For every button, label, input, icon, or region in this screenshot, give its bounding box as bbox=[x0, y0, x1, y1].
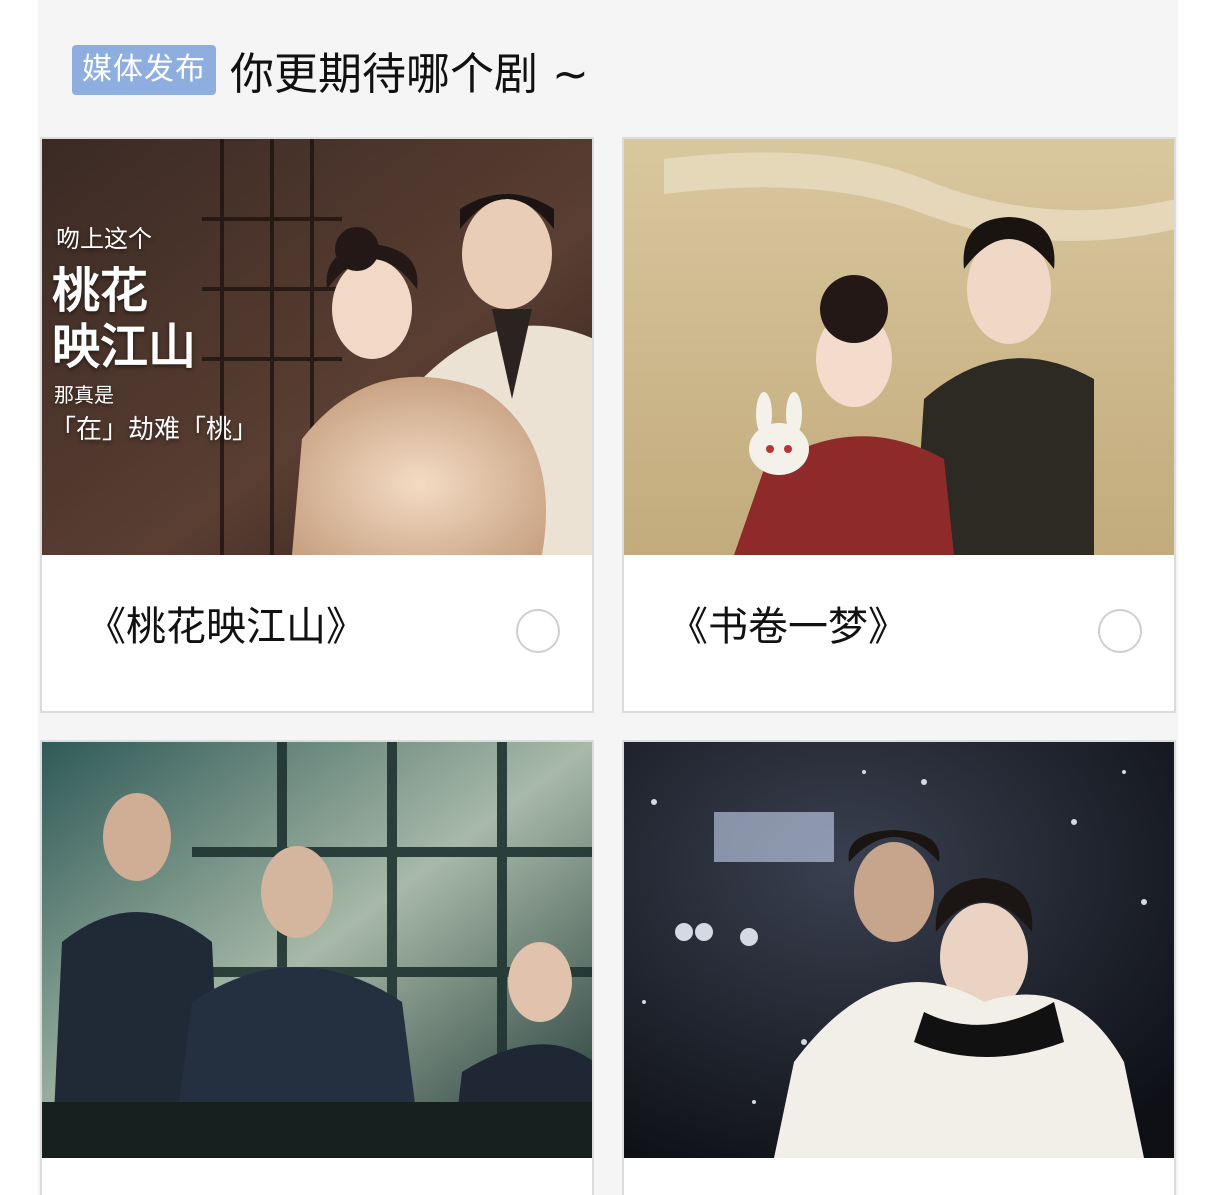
poll-panel: 媒体发布 你更期待哪个剧 ~ 吻上这个 桃花 映江山 那真是 「在」劫难「桃」 … bbox=[38, 0, 1178, 1195]
option-title-2: 《书卷一梦》 bbox=[668, 604, 908, 650]
poll-header: 媒体发布 你更期待哪个剧 ~ bbox=[72, 38, 589, 102]
poster-line-4: 那真是 bbox=[54, 383, 114, 407]
poster-line-5: 「在」劫难「桃」 bbox=[50, 415, 259, 445]
radio-button-1[interactable] bbox=[516, 609, 560, 653]
radio-button-2[interactable] bbox=[1098, 609, 1142, 653]
poster-image-4 bbox=[624, 742, 1174, 1158]
poll-option-1[interactable]: 吻上这个 桃花 映江山 那真是 「在」劫难「桃」 《桃花映江山》 bbox=[40, 137, 594, 713]
poster-line-3: 映江山 bbox=[52, 319, 197, 375]
option-title-1: 《桃花映江山》 bbox=[86, 604, 366, 650]
poster-image-1: 吻上这个 桃花 映江山 那真是 「在」劫难「桃」 bbox=[42, 139, 592, 555]
poster-line-1: 吻上这个 bbox=[56, 225, 152, 253]
poll-title: 你更期待哪个剧 ~ bbox=[230, 49, 589, 100]
poster-image-3 bbox=[42, 742, 592, 1158]
poll-option-2[interactable]: 《书卷一梦》 bbox=[622, 137, 1176, 713]
media-badge: 媒体发布 bbox=[72, 45, 216, 95]
poster-image-2 bbox=[624, 139, 1174, 555]
poll-option-4[interactable] bbox=[622, 740, 1176, 1195]
poll-option-3[interactable] bbox=[40, 740, 594, 1195]
